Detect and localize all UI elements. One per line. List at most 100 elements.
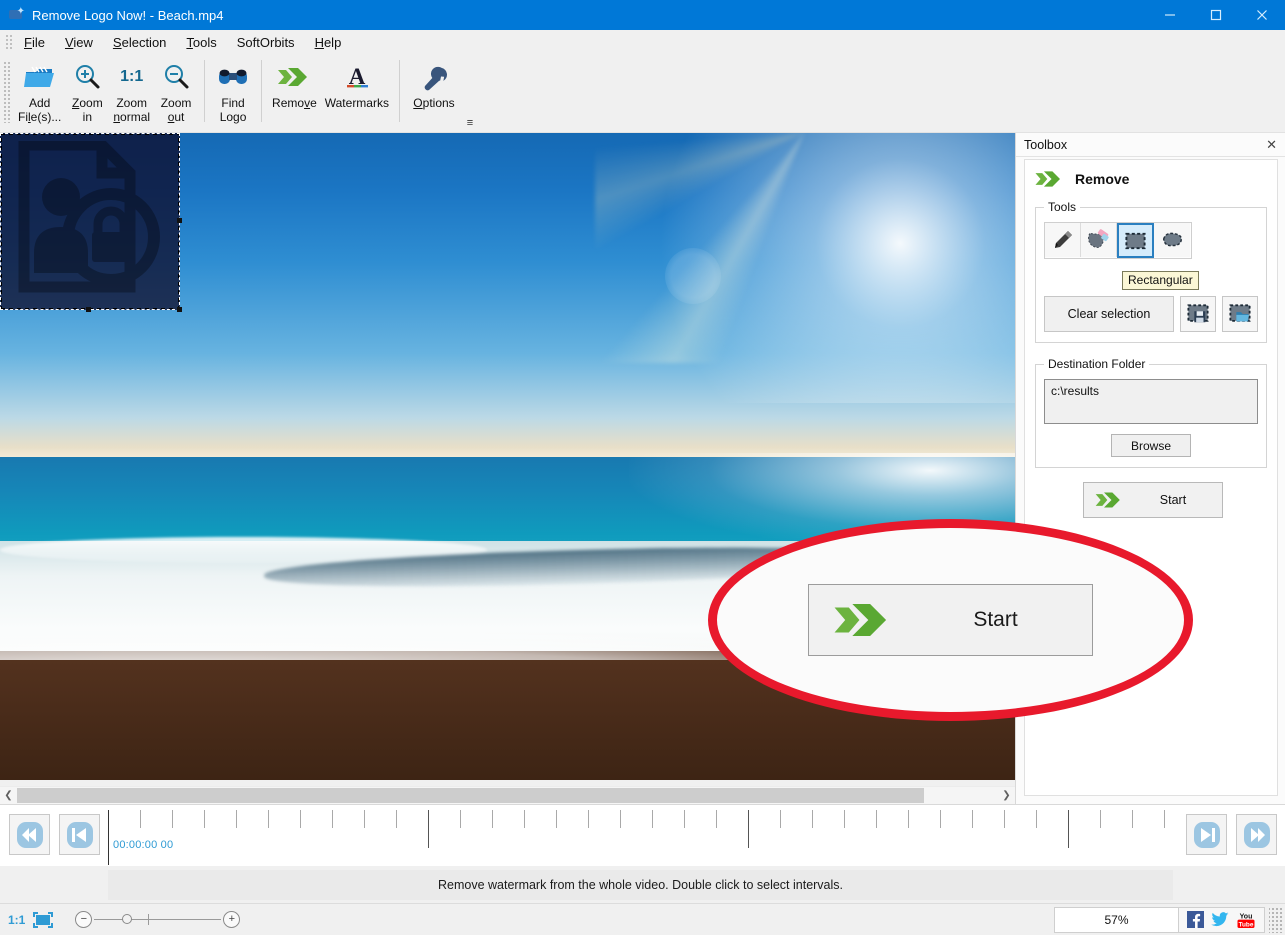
zoom-out-button[interactable]: Zoomout xyxy=(154,55,198,127)
watermarks-button[interactable]: A Watermarks xyxy=(321,55,393,127)
timeline-ruler[interactable]: 00:00:00 00 xyxy=(108,805,1185,865)
green-double-arrow-icon xyxy=(1033,168,1065,190)
toolbox-header: Toolbox ✕ xyxy=(1016,133,1285,157)
menu-grip[interactable] xyxy=(4,33,12,51)
add-files-icon xyxy=(23,59,57,95)
timeline-minor-tick xyxy=(1004,810,1005,828)
menu-item-softorbits[interactable]: SoftOrbits xyxy=(227,32,305,53)
tools-group: Tools xyxy=(1035,200,1267,343)
zoom-slider-track[interactable] xyxy=(94,919,221,920)
twitter-icon[interactable] xyxy=(1211,912,1229,927)
toolbar-separator xyxy=(204,60,205,122)
timeline-minor-tick xyxy=(556,810,557,828)
menu-item-tools[interactable]: Tools xyxy=(176,32,226,53)
canvas-horizontal-scrollbar[interactable]: ❮ ❯ xyxy=(0,786,1015,804)
add-files-label: AddFile(s)... xyxy=(18,96,61,124)
save-selection-icon xyxy=(1186,303,1210,325)
window-controls xyxy=(1147,0,1285,30)
lasso-icon xyxy=(1160,230,1184,250)
destination-path-field[interactable]: c:\results xyxy=(1044,379,1258,424)
timeline-minor-tick xyxy=(172,810,173,828)
clear-selection-button[interactable]: Clear selection xyxy=(1044,296,1174,332)
skip-to-start-button[interactable] xyxy=(9,814,50,855)
timeline-minor-tick xyxy=(1036,810,1037,828)
zoom-slider-notch xyxy=(148,914,149,925)
zoom-in-button[interactable]: Zoomin xyxy=(65,55,109,127)
tool-tooltip: Rectangular xyxy=(1122,271,1199,290)
toolbox-title: Toolbox xyxy=(1024,138,1067,152)
rectangular-select-icon xyxy=(1124,231,1147,251)
selection-handle-bottom-right[interactable] xyxy=(177,307,182,312)
marker-tool-button[interactable] xyxy=(1045,223,1081,257)
previous-frame-button[interactable] xyxy=(59,814,100,855)
zoom-ratio-label[interactable]: 1:1 xyxy=(8,913,25,927)
status-strip: Remove watermark from the whole video. D… xyxy=(0,866,1285,903)
maximize-button[interactable] xyxy=(1193,0,1239,30)
zoom-out-button[interactable]: − xyxy=(75,911,92,928)
start-button-highlighted[interactable]: Start xyxy=(808,584,1093,656)
options-button[interactable]: Options xyxy=(406,55,462,127)
start-green-arrow-icon-large xyxy=(831,596,895,644)
zoom-in-button[interactable]: + xyxy=(223,911,240,928)
toolbox-close-icon[interactable]: ✕ xyxy=(1266,138,1277,151)
scroll-left-icon[interactable]: ❮ xyxy=(0,787,17,805)
youtube-icon[interactable]: You Tube xyxy=(1236,911,1256,929)
zoom-in-icon xyxy=(72,59,102,95)
selection-actions-row: Clear selection xyxy=(1044,296,1258,332)
scrollbar-thumb[interactable] xyxy=(17,788,924,803)
skip-to-start-icon xyxy=(15,820,45,850)
selection-handle-bottom[interactable] xyxy=(86,307,91,312)
scroll-right-icon[interactable]: ❯ xyxy=(998,787,1015,805)
timeline-playhead[interactable] xyxy=(108,810,109,865)
close-button[interactable] xyxy=(1239,0,1285,30)
main-toolbar: AddFile(s)... Zoomin 1:1 Zoomnormal xyxy=(0,55,1285,133)
bottom-bar: 1:1 − + 57% xyxy=(0,903,1285,935)
remove-button[interactable]: Remove xyxy=(268,55,321,127)
zoom-normal-button[interactable]: 1:1 Zoomnormal xyxy=(109,55,154,127)
menu-item-file[interactable]: File xyxy=(14,32,55,53)
lasso-tool-button[interactable] xyxy=(1154,223,1190,257)
menu-item-view[interactable]: View xyxy=(55,32,103,53)
next-frame-button[interactable] xyxy=(1186,814,1227,855)
scrollbar-track[interactable] xyxy=(17,787,998,805)
find-logo-button[interactable]: FindLogo xyxy=(211,55,255,127)
menu-item-help[interactable]: Help xyxy=(305,32,352,53)
timeline-minor-tick xyxy=(396,810,397,828)
fit-to-window-icon[interactable] xyxy=(33,912,53,928)
resize-grip[interactable] xyxy=(1269,907,1283,933)
start-button-panel-label: Start xyxy=(1134,493,1212,507)
zoom-percent-field[interactable]: 57% xyxy=(1054,907,1179,933)
remove-green-arrow-icon xyxy=(276,59,312,95)
zoom-slider[interactable]: − + xyxy=(75,911,240,928)
facebook-icon[interactable] xyxy=(1187,911,1204,928)
zoom-normal-icon: 1:1 xyxy=(120,59,143,95)
save-selection-button[interactable] xyxy=(1180,296,1216,332)
find-logo-binoculars-icon xyxy=(217,59,249,95)
add-files-button[interactable]: AddFile(s)... xyxy=(14,55,65,127)
timeline-minor-tick xyxy=(972,810,973,828)
eraser-tool-button[interactable] xyxy=(1081,223,1117,257)
timeline-minor-tick xyxy=(684,810,685,828)
skip-to-end-button[interactable] xyxy=(1236,814,1277,855)
svg-text:Tube: Tube xyxy=(1239,921,1254,928)
timeline-minor-tick xyxy=(492,810,493,828)
minimize-button[interactable] xyxy=(1147,0,1193,30)
selection-handle-right[interactable] xyxy=(177,218,182,223)
selection-rectangle[interactable] xyxy=(0,133,180,310)
browse-button[interactable]: Browse xyxy=(1111,434,1191,457)
svg-text:You: You xyxy=(1240,913,1253,920)
menu-item-selection[interactable]: Selection xyxy=(103,32,176,53)
timeline-bar: 00:00:00 00 xyxy=(0,804,1285,866)
toolbar-overflow-icon[interactable]: ≡ xyxy=(464,119,476,128)
timeline-minor-tick xyxy=(908,810,909,828)
load-selection-button[interactable] xyxy=(1222,296,1258,332)
start-button-panel[interactable]: Start xyxy=(1083,482,1223,518)
interval-track[interactable]: Remove watermark from the whole video. D… xyxy=(108,870,1173,900)
timeline-minor-tick xyxy=(1164,810,1165,828)
rectangular-tool-button[interactable] xyxy=(1117,223,1154,258)
title-bar: ✦ Remove Logo Now! - Beach.mp4 xyxy=(0,0,1285,30)
toolbar-grip[interactable] xyxy=(3,61,11,123)
toolbar-separator-3 xyxy=(399,60,400,122)
zoom-slider-handle[interactable] xyxy=(122,914,132,924)
annotation-ellipse-highlight: Start xyxy=(708,519,1193,721)
